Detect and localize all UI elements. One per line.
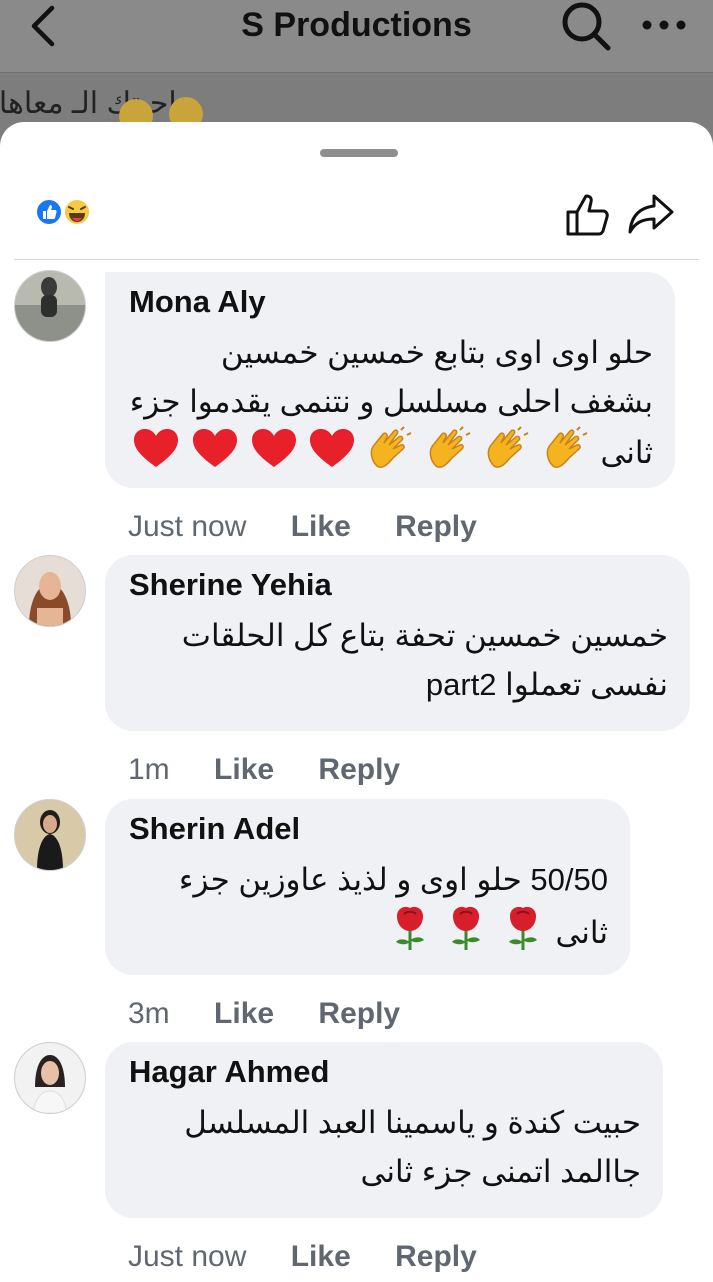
comment-meta: 3m Like Reply <box>128 997 436 1033</box>
like-button[interactable]: Like <box>214 997 274 1031</box>
comment-bubble[interactable]: Sherine Yehia خمسين خمسين تحفة بتاع كل ا… <box>105 555 690 731</box>
comments-sheet: Mona Aly حلو اوى اوى بتابع خمسين خمسين ب… <box>0 122 713 1282</box>
more-dots-icon[interactable] <box>640 10 690 40</box>
reply-button[interactable]: Reply <box>318 753 400 787</box>
avatar[interactable] <box>14 270 86 342</box>
clapping-hands-emoji-icon <box>367 426 415 484</box>
red-heart-emoji-icon <box>132 427 180 483</box>
rose-emoji-icon <box>443 904 489 966</box>
clapping-hands-emoji-icon <box>484 426 532 484</box>
avatar[interactable] <box>14 1042 86 1114</box>
avatar[interactable] <box>14 555 86 627</box>
comment-timestamp: Just now <box>128 510 247 543</box>
comment-author[interactable]: Mona Aly <box>129 280 653 324</box>
comment-text: خمسين خمسين تحفة بتاع كل الحلقات نفسى تع… <box>181 618 668 702</box>
comment-author[interactable]: Sherin Adel <box>129 807 608 851</box>
divider <box>14 259 699 260</box>
red-heart-emoji-icon <box>250 427 298 483</box>
rose-emoji-icon <box>387 904 433 966</box>
comment-text: حبيت كندة و ياسمينا العبد المسلسل جاالمد… <box>184 1105 641 1189</box>
comment-meta: Just now Like Reply <box>128 510 513 546</box>
haha-reaction-icon <box>63 198 91 226</box>
reactions-summary[interactable] <box>34 197 98 227</box>
comment-meta: 1m Like Reply <box>128 753 436 789</box>
avatar-photo <box>15 271 85 341</box>
like-button[interactable]: Like <box>291 510 351 544</box>
avatar[interactable] <box>14 799 86 871</box>
comment-author[interactable]: Hagar Ahmed <box>129 1050 641 1094</box>
reply-button[interactable]: Reply <box>395 1240 477 1274</box>
avatar-photo <box>15 1043 85 1113</box>
comment-timestamp: 3m <box>128 997 170 1030</box>
red-heart-emoji-icon <box>191 427 239 483</box>
comment-meta: Just now Like Reply <box>128 1240 513 1276</box>
comment-timestamp: Just now <box>128 1240 247 1273</box>
reply-button[interactable]: Reply <box>318 997 400 1031</box>
like-button[interactable]: Like <box>214 753 274 787</box>
search-icon[interactable] <box>556 0 616 56</box>
like-button[interactable]: Like <box>291 1240 351 1274</box>
comment-timestamp: 1m <box>128 753 170 786</box>
comment-bubble[interactable]: Hagar Ahmed حبيت كندة و ياسمينا العبد ال… <box>105 1042 663 1218</box>
clapping-hands-emoji-icon <box>426 426 474 484</box>
rose-emoji-icon <box>500 904 546 966</box>
avatar-photo <box>15 556 85 626</box>
thumbs-up-icon[interactable] <box>564 190 614 238</box>
comment-text: حلو اوى اوى بتابع خمسين خمسين بشغف احلى … <box>129 328 653 484</box>
like-reaction-icon <box>35 198 63 226</box>
comment-bubble[interactable]: Mona Aly حلو اوى اوى بتابع خمسين خمسين ب… <box>105 272 675 488</box>
reply-button[interactable]: Reply <box>395 510 477 544</box>
post-preview-text: صاحبتك الـ معاها كل اسرار الشله <box>0 87 203 120</box>
clapping-hands-emoji-icon <box>543 426 591 484</box>
comment-author[interactable]: Sherine Yehia <box>129 563 668 607</box>
comment-text: 50/50 حلو اوى و لذيذ عاوزين جزء ثانى <box>129 855 608 966</box>
sheet-drag-handle[interactable] <box>320 149 398 157</box>
comment-bubble[interactable]: Sherin Adel 50/50 حلو اوى و لذيذ عاوزين … <box>105 799 630 975</box>
red-heart-emoji-icon <box>308 427 356 483</box>
avatar-photo <box>15 800 85 870</box>
share-arrow-icon[interactable] <box>626 192 676 236</box>
top-bar: S Productions <box>0 0 713 73</box>
